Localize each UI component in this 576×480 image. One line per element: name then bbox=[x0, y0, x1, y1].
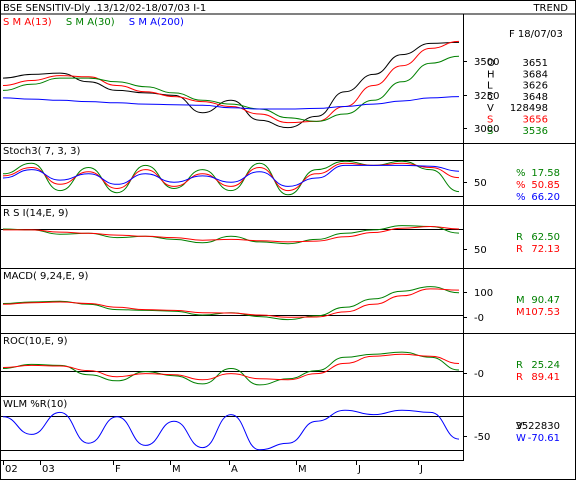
indicator-key-rsi: R bbox=[516, 232, 523, 243]
quote-date: F 18/07/03 bbox=[509, 29, 563, 40]
quote-key-v: V bbox=[487, 103, 494, 114]
y-tick-label-stoch: 50 bbox=[474, 178, 487, 189]
indicator-key-roc: R bbox=[516, 372, 523, 383]
x-tick-label: F bbox=[115, 464, 121, 475]
x-tick-label: J bbox=[419, 464, 423, 475]
quote-value: 3651 bbox=[523, 58, 548, 69]
indicator-value-stoch: 17.58 bbox=[531, 168, 560, 179]
legend-rsi-0: R S I(14,E, 9) bbox=[3, 208, 68, 219]
y-tick-label-macd: 100 bbox=[474, 288, 493, 299]
x-tick-label: 03 bbox=[42, 464, 55, 475]
indicator-key-stoch: % bbox=[516, 168, 526, 179]
quote-value: 3684 bbox=[523, 69, 548, 80]
indicator-value-wlm: 3522830 bbox=[515, 421, 560, 432]
indicator-value-rsi: 72.13 bbox=[531, 244, 560, 255]
quote-key-l: L bbox=[487, 81, 493, 92]
indicator-value-macd: 107.53 bbox=[525, 307, 560, 318]
indicator-key-macd: M bbox=[516, 307, 525, 318]
y-tick-label-roc: -0 bbox=[474, 369, 484, 380]
y-tick-label-macd: -0 bbox=[474, 313, 484, 324]
trend-label: TREND bbox=[532, 3, 568, 14]
indicator-key-macd: M bbox=[516, 295, 525, 306]
indicator-value-stoch: 50.85 bbox=[531, 180, 560, 191]
indicator-value-roc: 25.24 bbox=[531, 360, 560, 371]
indicator-key-stoch: % bbox=[516, 192, 526, 203]
quote-value: 3656 bbox=[523, 115, 548, 126]
indicator-key-rsi: R bbox=[516, 244, 523, 255]
indicator-key-roc: R bbox=[516, 360, 523, 371]
y-tick-label-rsi: 50 bbox=[474, 245, 487, 256]
y-tick-label-price: 3000 bbox=[474, 124, 499, 135]
x-tick-label: A bbox=[231, 464, 238, 475]
x-tick-label: 02 bbox=[5, 464, 18, 475]
quote-key-h: H bbox=[487, 69, 495, 80]
legend-price-2: S M A(200) bbox=[129, 17, 184, 28]
indicator-value-stoch: 66.20 bbox=[531, 192, 560, 203]
x-tick-label: M bbox=[172, 464, 181, 475]
y-tick-label-price: 3500 bbox=[474, 57, 499, 68]
legend-wlm-0: WLM %R(10) bbox=[3, 399, 67, 410]
indicator-value-wlm: -70.61 bbox=[528, 433, 560, 444]
x-tick-label: M bbox=[298, 464, 307, 475]
legend-stoch-0: Stoch3( 7, 3, 3) bbox=[3, 146, 80, 157]
legend-price-0: S M A(13) bbox=[3, 17, 52, 28]
indicator-value-macd: 90.47 bbox=[531, 295, 560, 306]
x-tick-label: J bbox=[357, 464, 361, 475]
indicator-key-stoch: % bbox=[516, 180, 526, 191]
legend-macd-0: MACD( 9,24,E, 9) bbox=[3, 271, 89, 282]
technical-chart: BSE SENSITIV-Dly .13/12/02-18/07/03 I-1 T… bbox=[0, 0, 576, 480]
indicator-value-roc: 89.41 bbox=[531, 372, 560, 383]
indicator-key-wlm: W bbox=[516, 433, 526, 444]
chart-title: BSE SENSITIV-Dly .13/12/02-18/07/03 I-1 bbox=[3, 3, 206, 14]
quote-value: 128498 bbox=[510, 103, 548, 114]
quote-value: 3648 bbox=[523, 92, 548, 103]
legend-roc-0: ROC(10,E, 9) bbox=[3, 336, 68, 347]
quote-value: 3536 bbox=[523, 126, 548, 137]
y-tick-label-wlm: -50 bbox=[474, 432, 490, 443]
indicator-value-rsi: 62.50 bbox=[531, 232, 560, 243]
y-tick-label-price: 3250 bbox=[474, 91, 499, 102]
quote-value: 3626 bbox=[523, 81, 548, 92]
legend-price-1: S M A(30) bbox=[66, 17, 115, 28]
